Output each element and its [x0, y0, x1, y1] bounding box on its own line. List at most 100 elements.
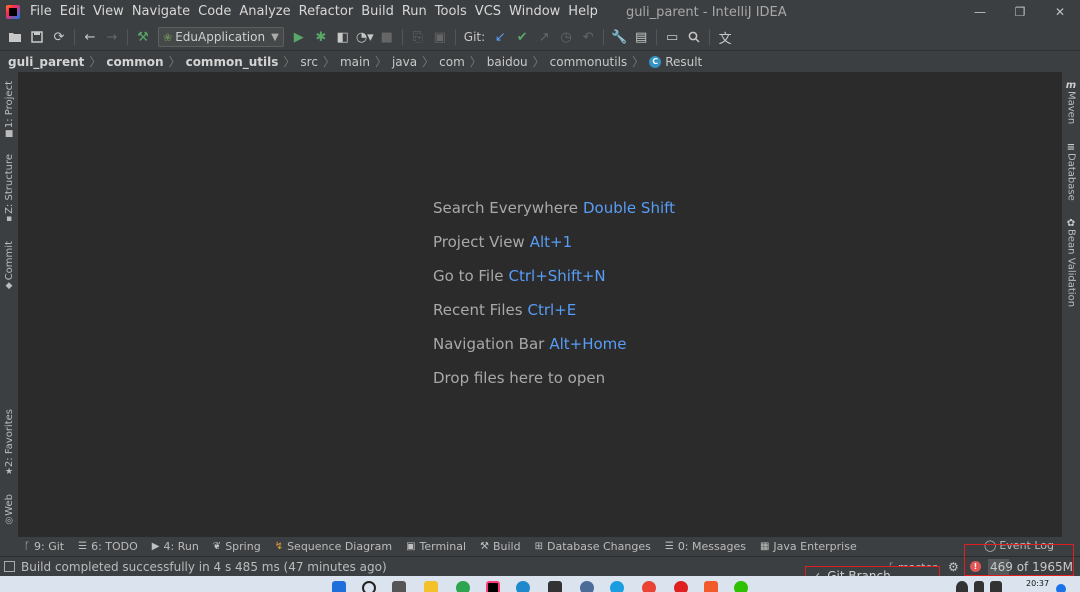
run-icon[interactable]: ▶: [288, 26, 310, 48]
intellij-logo-icon: [6, 5, 20, 19]
menu-run[interactable]: Run: [398, 0, 431, 24]
menu-build[interactable]: Build: [357, 0, 398, 24]
wechat-app-icon[interactable]: [456, 581, 470, 592]
save-all-icon[interactable]: [26, 26, 48, 48]
tool-tab-favorites[interactable]: 2: Favorites ★: [0, 406, 18, 480]
settings-gear-icon[interactable]: [580, 581, 594, 592]
profile-icon[interactable]: ◔▾: [354, 26, 376, 48]
tool-tab-terminal[interactable]: ▣ Terminal: [406, 540, 466, 553]
tool-tab-build[interactable]: ⚒ Build: [480, 540, 521, 553]
tool-tab-git[interactable]: ᚴ 9: Git: [24, 540, 64, 553]
breadcrumb-separator: 〉: [374, 55, 387, 69]
menu-analyze[interactable]: Analyze: [235, 0, 294, 24]
minimize-button[interactable]: —: [960, 0, 1000, 24]
menu-tools[interactable]: Tools: [431, 0, 471, 24]
breadcrumb-separator: 〉: [283, 55, 296, 69]
windows-start-icon[interactable]: [332, 581, 346, 592]
build-hammer-icon[interactable]: ⚒: [132, 26, 154, 48]
breadcrumb-item[interactable]: common: [106, 55, 163, 69]
breadcrumb-item[interactable]: common_utils: [186, 55, 279, 69]
project-structure-folder-icon[interactable]: ▤: [630, 26, 652, 48]
terminal-icon: ▣: [406, 541, 416, 552]
tool-tab-sequence-diagram[interactable]: ↯ Sequence Diagram: [275, 540, 392, 553]
git-push-icon[interactable]: ↗: [533, 26, 555, 48]
menu-window[interactable]: Window: [505, 0, 564, 24]
tool-tab-terminal-label: Terminal: [419, 540, 467, 553]
tool-tab-bean-validation[interactable]: ✿ Bean Validation: [1062, 218, 1080, 307]
tool-tab-java-enterprise[interactable]: ▦ Java Enterprise: [760, 540, 857, 553]
typora-taskbar-icon[interactable]: [548, 581, 562, 592]
tool-tab-commit[interactable]: Commit ◆: [0, 238, 18, 294]
menu-vcs[interactable]: VCS: [471, 0, 505, 24]
menu-code[interactable]: Code: [194, 0, 235, 24]
taskbar-clock[interactable]: 20:37: [1026, 579, 1049, 588]
tool-tab-structure[interactable]: Z: Structure ▪: [0, 152, 18, 226]
menu-navigate[interactable]: Navigate: [128, 0, 194, 24]
breadcrumb-separator: 〉: [422, 55, 435, 69]
stop-icon[interactable]: ■: [376, 26, 398, 48]
menu-help[interactable]: Help: [564, 0, 602, 24]
tool-windows-toggle-icon[interactable]: [4, 561, 15, 572]
run-with-coverage-icon[interactable]: ◧: [332, 26, 354, 48]
breadcrumb-item[interactable]: baidou: [487, 55, 528, 69]
attach-debugger-icon[interactable]: ⎘: [407, 26, 429, 48]
menu-edit[interactable]: Edit: [56, 0, 89, 24]
close-button[interactable]: ✕: [1040, 0, 1080, 24]
settings-wrench-icon[interactable]: 🔧: [608, 26, 630, 48]
editor-empty-area[interactable]: Search Everywhere Double Shift Project Vi…: [18, 72, 1062, 537]
windows-taskbar: 20:37: [0, 576, 1080, 592]
tool-tab-spring[interactable]: ❦ Spring: [213, 540, 261, 553]
tool-tab-database[interactable]: ≡ Database: [1062, 142, 1080, 201]
breadcrumb-item[interactable]: src: [300, 55, 318, 69]
tool-tab-web[interactable]: Web ◎: [0, 490, 18, 530]
tool-tab-maven[interactable]: m Maven: [1062, 80, 1080, 124]
git-update-icon[interactable]: ↙: [489, 26, 511, 48]
vscode-taskbar-icon[interactable]: [516, 581, 530, 592]
sublime-text-icon[interactable]: [704, 581, 718, 592]
breadcrumb-item[interactable]: main: [340, 55, 370, 69]
star-icon: ★: [4, 467, 14, 478]
breadcrumb-item[interactable]: guli_parent: [8, 55, 84, 69]
back-arrow-icon[interactable]: ←: [79, 26, 101, 48]
netease-music-icon[interactable]: [674, 581, 688, 592]
git-history-icon[interactable]: ◷: [555, 26, 577, 48]
inspection-settings-icon[interactable]: ⚙: [948, 560, 959, 574]
open-folder-icon[interactable]: [4, 26, 26, 48]
forward-arrow-icon[interactable]: →: [101, 26, 123, 48]
restore-button[interactable]: ❐: [1000, 0, 1040, 24]
wifi-icon[interactable]: [956, 581, 968, 592]
sync-icon[interactable]: ⟳: [48, 26, 70, 48]
task-view-icon[interactable]: [392, 581, 406, 592]
volume-icon[interactable]: [974, 581, 984, 592]
status-message[interactable]: Build completed successfully in 4 s 485 …: [21, 560, 387, 574]
git-commit-check-icon[interactable]: ✔: [511, 26, 533, 48]
breadcrumb-item[interactable]: commonutils: [550, 55, 628, 69]
intellij-taskbar-icon[interactable]: [486, 581, 500, 592]
search-icon[interactable]: [362, 581, 376, 592]
debug-bug-icon[interactable]: ✱: [310, 26, 332, 48]
breadcrumb-item[interactable]: java: [392, 55, 417, 69]
project-structure-icon[interactable]: ▣: [429, 26, 451, 48]
tool-tab-todo[interactable]: ☰ 6: TODO: [78, 540, 138, 553]
breadcrumb-item-current[interactable]: Result: [665, 55, 702, 69]
git-rollback-icon[interactable]: ↶: [577, 26, 599, 48]
edge-browser-icon[interactable]: [610, 581, 624, 592]
breadcrumb-item[interactable]: com: [439, 55, 465, 69]
translate-icon[interactable]: 文: [714, 26, 736, 48]
tool-tab-run[interactable]: ▶ 4: Run: [152, 540, 199, 553]
tool-tab-messages[interactable]: ☰ 0: Messages: [665, 540, 746, 553]
menu-file[interactable]: File: [26, 0, 56, 24]
notification-icon[interactable]: [1056, 584, 1066, 592]
battery-icon[interactable]: [990, 581, 1002, 592]
tool-tab-project[interactable]: 1: Project ■: [0, 78, 18, 142]
wechat-icon[interactable]: [734, 581, 748, 592]
chrome-browser-icon[interactable]: [642, 581, 656, 592]
search-icon[interactable]: [683, 26, 705, 48]
menu-refactor[interactable]: Refactor: [295, 0, 358, 24]
tool-tab-database-changes[interactable]: ⊞ Database Changes: [535, 540, 651, 553]
presentation-mode-icon[interactable]: ▭: [661, 26, 683, 48]
tool-tab-commit-label: Commit: [3, 241, 15, 281]
file-explorer-icon[interactable]: [424, 581, 438, 592]
menu-view[interactable]: View: [89, 0, 128, 24]
run-configuration-select[interactable]: ❀ EduApplication ▼: [158, 27, 284, 47]
